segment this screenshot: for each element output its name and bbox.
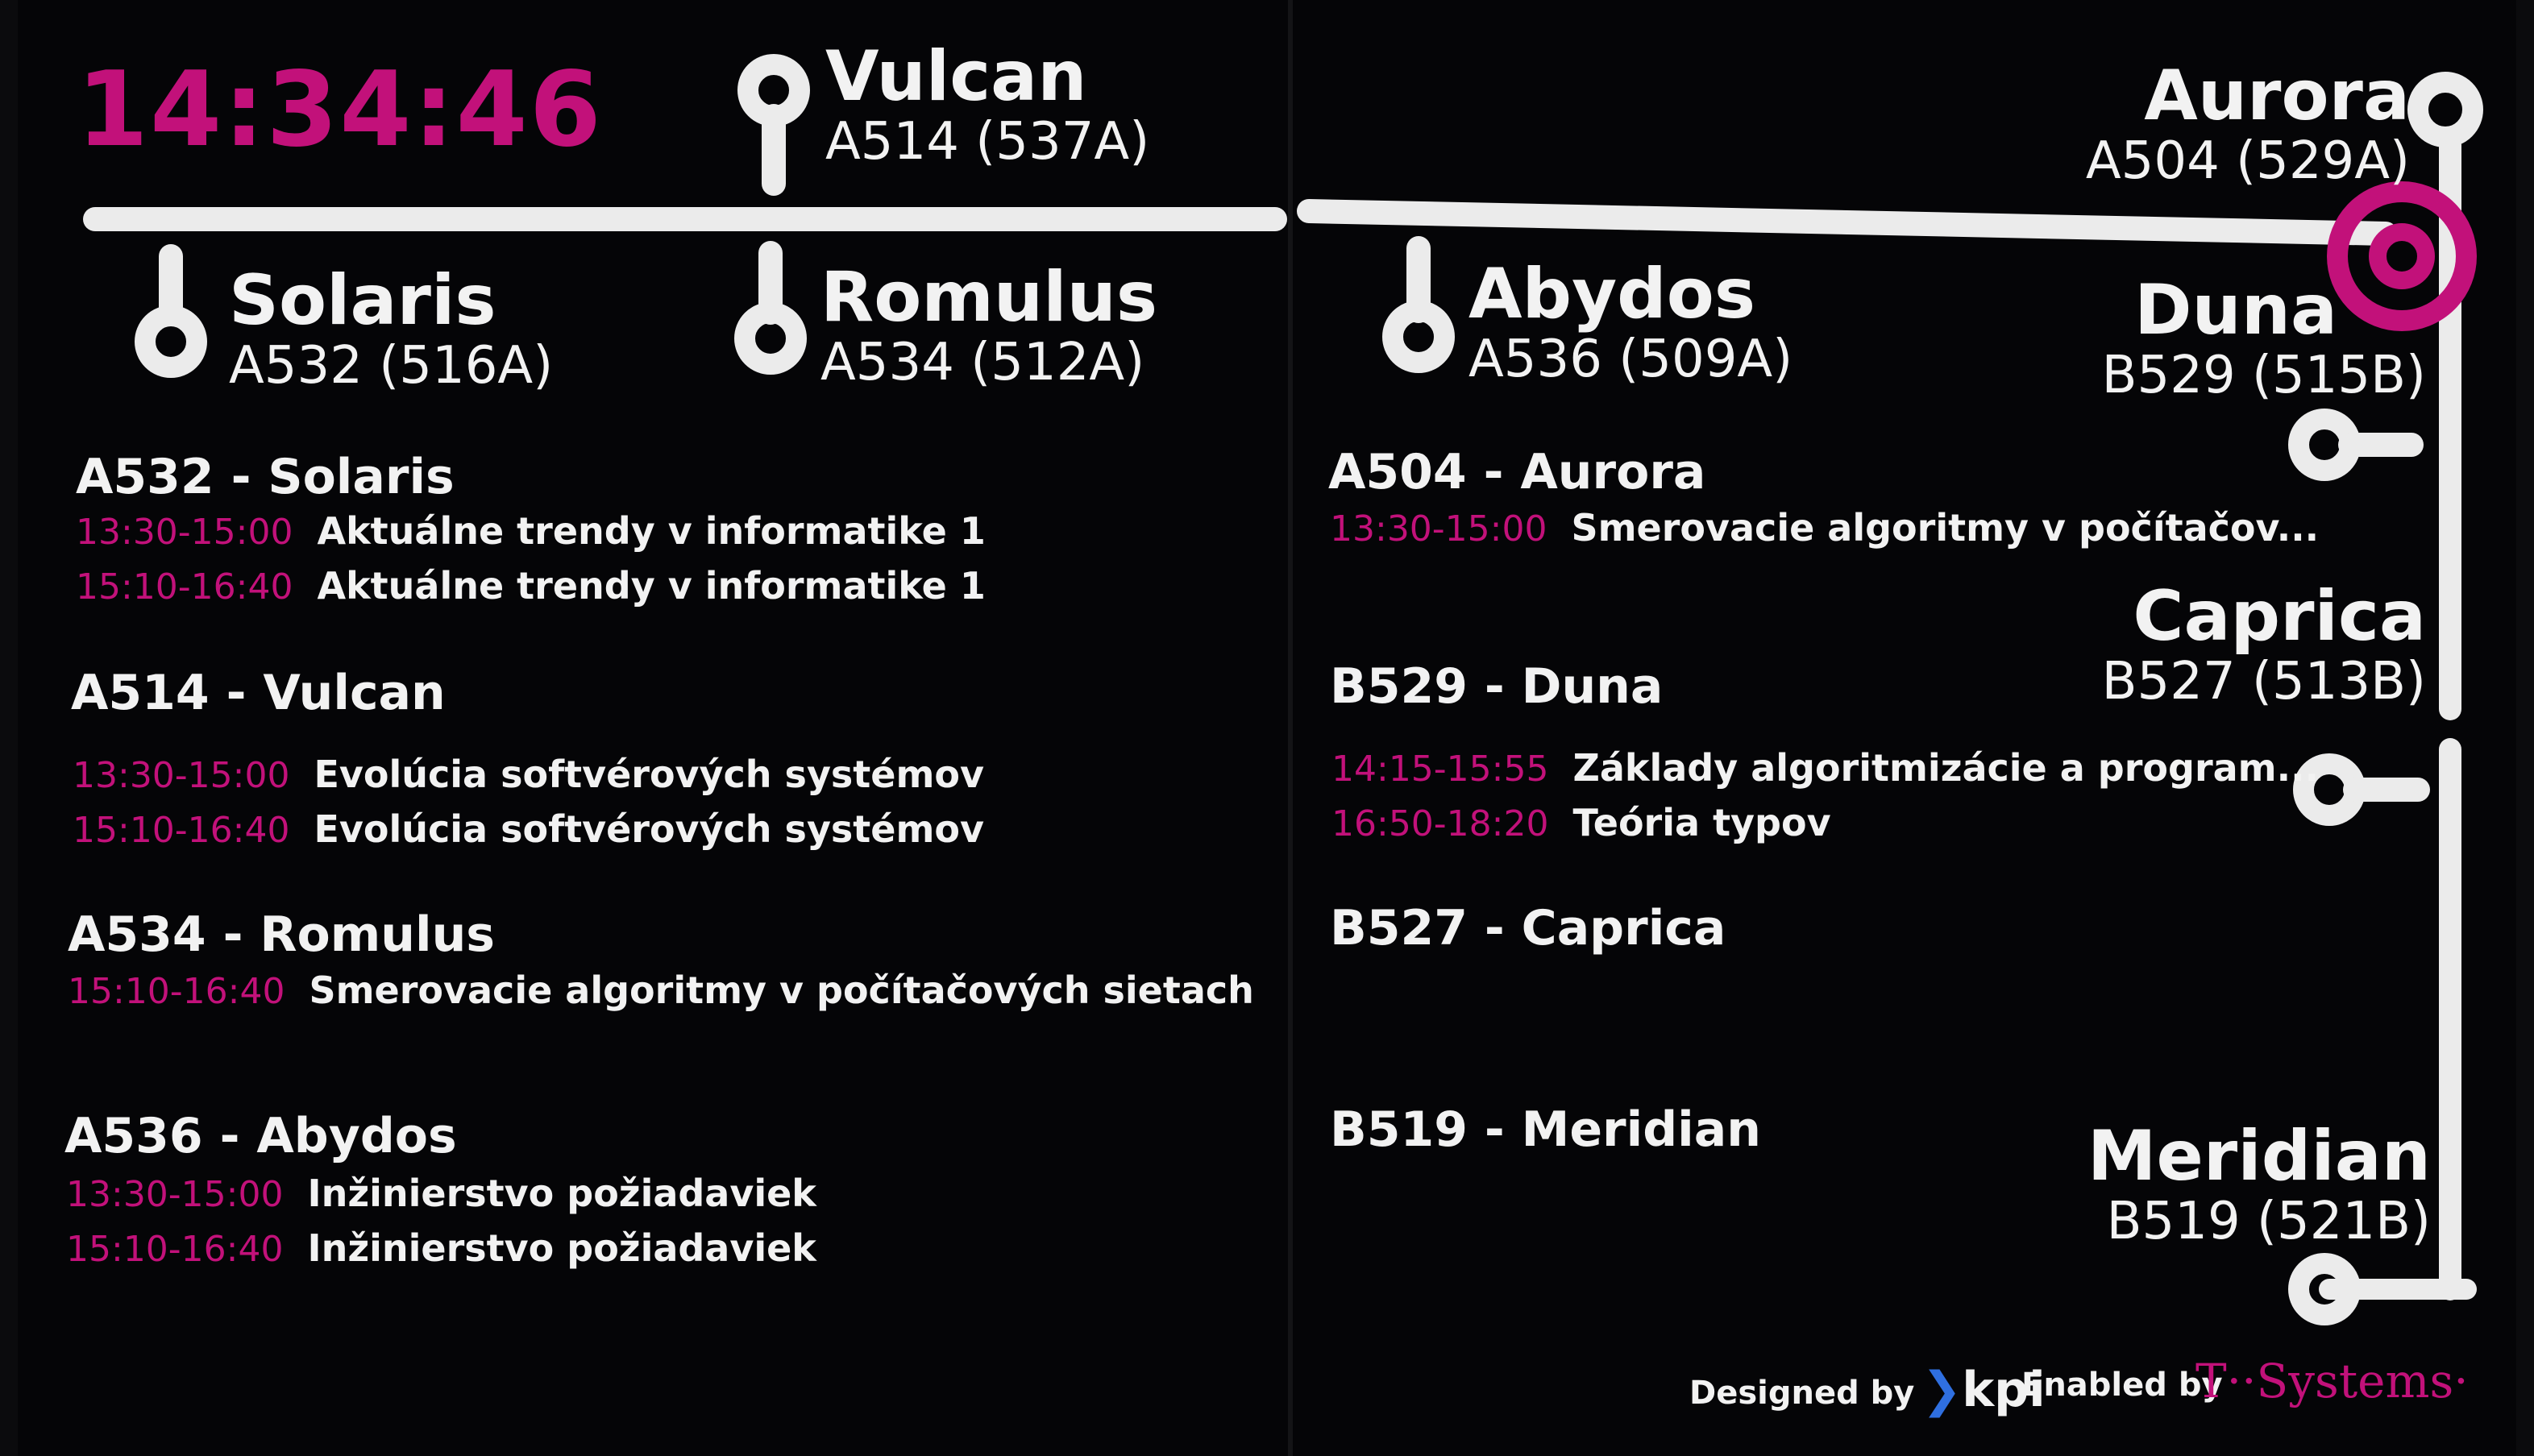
room-label-vulcan: Vulcan A514 (537A) bbox=[825, 42, 1149, 168]
room-label-abydos: Abydos A536 (509A) bbox=[1468, 259, 1792, 385]
course-name: Evolúcia softvérových systémov bbox=[314, 753, 985, 796]
time-slot: 15:10-16:40 bbox=[66, 1229, 284, 1270]
room-name: Solaris bbox=[229, 260, 496, 341]
course-name: Základy algoritmizácie a program... bbox=[1572, 746, 2320, 790]
room-pin-icon bbox=[2288, 409, 2424, 481]
course-name: Aktuálne trendy v informatike 1 bbox=[317, 509, 986, 553]
room-name: Duna bbox=[2134, 270, 2337, 351]
room-code: A532 (516A) bbox=[229, 336, 554, 396]
course-name: Aktuálne trendy v informatike 1 bbox=[317, 564, 986, 608]
room-name: Vulcan bbox=[825, 36, 1087, 117]
room-pin-icon bbox=[2293, 753, 2430, 826]
footer-enabled-by: Enabled by bbox=[2021, 1367, 2223, 1404]
room-code: A534 (512A) bbox=[820, 333, 1145, 392]
schedule-room-title: B529 - Duna bbox=[1330, 658, 1664, 715]
time-slot: 15:10-16:40 bbox=[68, 971, 285, 1012]
schedule-room-title: B527 - Caprica bbox=[1330, 900, 1726, 956]
schedule-row: 13:30-15:00 Evolúcia softvérových systémo… bbox=[73, 756, 984, 794]
time-slot: 13:30-15:00 bbox=[73, 755, 290, 796]
room-code: B527 (513B) bbox=[2101, 652, 2426, 711]
room-name: Caprica bbox=[2133, 576, 2426, 657]
schedule-room-title: A504 - Aurora bbox=[1328, 444, 1706, 500]
course-name: Smerovacie algoritmy v počítačov... bbox=[1571, 506, 2320, 550]
room-code: A504 (529A) bbox=[2085, 131, 2410, 191]
schedule-row: 13:30-15:00 Aktuálne trendy v informatike… bbox=[76, 512, 986, 550]
time-slot: 13:30-15:00 bbox=[1330, 508, 1547, 550]
room-name: Aurora bbox=[2144, 56, 2410, 136]
room-code: A514 (537A) bbox=[825, 112, 1150, 172]
schedule-row: 14:15-15:55 Základy algoritmizácie a prog… bbox=[1331, 749, 2319, 787]
clock: 14:34:46 bbox=[77, 50, 603, 170]
course-name: Teória typov bbox=[1572, 801, 1831, 844]
room-code: A536 (509A) bbox=[1468, 330, 1793, 389]
schedule-row: 16:50-18:20 Teória typov bbox=[1331, 804, 1831, 842]
time-slot: 14:15-15:55 bbox=[1331, 749, 1549, 790]
time-slot: 13:30-15:00 bbox=[76, 512, 293, 553]
tsystems-logo: T··Systems· bbox=[2195, 1354, 2469, 1408]
corridor-right bbox=[1297, 199, 2398, 246]
room-pin-icon bbox=[2407, 72, 2483, 147]
room-label-aurora: Aurora A504 (529A) bbox=[2047, 61, 2410, 187]
room-name: Abydos bbox=[1468, 254, 1756, 334]
time-slot: 16:50-18:20 bbox=[1331, 803, 1549, 844]
schedule-row: 13:30-15:00 Inžinierstvo požiadaviek bbox=[66, 1175, 816, 1213]
kpi-chevron-icon: ❯ bbox=[1921, 1362, 1963, 1418]
schedule-row: 13:30-15:00 Smerovacie algoritmy v počíta… bbox=[1330, 509, 2319, 547]
room-pin-icon bbox=[737, 54, 810, 196]
schedule-row: 15:10-16:40 Evolúcia softvérových systémo… bbox=[73, 811, 984, 848]
room-pin-icon bbox=[734, 241, 807, 375]
schedule-room-title: B519 - Meridian bbox=[1330, 1101, 1761, 1158]
room-pin-icon bbox=[135, 244, 207, 378]
schedule-row: 15:10-16:40 Aktuálne trendy v informatike… bbox=[76, 567, 986, 605]
room-label-meridian: Meridian B519 (521B) bbox=[2063, 1122, 2431, 1247]
time-slot: 15:10-16:40 bbox=[73, 810, 290, 851]
schedule-room-title: A532 - Solaris bbox=[76, 449, 455, 505]
room-label-duna: Duna B529 (515B) bbox=[2063, 276, 2426, 401]
schedule-room-title: A536 - Abydos bbox=[64, 1108, 457, 1164]
room-pin-icon bbox=[1382, 236, 1455, 373]
room-code: B529 (515B) bbox=[2101, 346, 2426, 405]
schedule-room-title: A534 - Romulus bbox=[68, 906, 496, 963]
room-label-caprica: Caprica B527 (513B) bbox=[2063, 582, 2426, 707]
course-name: Smerovacie algoritmy v počítačových siet… bbox=[309, 969, 1254, 1012]
time-slot: 13:30-15:00 bbox=[66, 1174, 284, 1215]
room-name: Meridian bbox=[2087, 1116, 2431, 1197]
course-name: Evolúcia softvérových systémov bbox=[314, 807, 985, 851]
room-code: B519 (521B) bbox=[2106, 1192, 2431, 1251]
time-slot: 15:10-16:40 bbox=[76, 566, 293, 608]
schedule-room-title: A514 - Vulcan bbox=[71, 665, 446, 721]
course-name: Inžinierstvo požiadaviek bbox=[307, 1172, 816, 1215]
room-label-romulus: Romulus A534 (512A) bbox=[820, 263, 1157, 388]
schedule-row: 15:10-16:40 Inžinierstvo požiadaviek bbox=[66, 1230, 816, 1267]
room-label-solaris: Solaris A532 (516A) bbox=[229, 266, 553, 392]
room-name: Romulus bbox=[820, 257, 1158, 338]
footer-designed-by: Designed by bbox=[1689, 1375, 1915, 1412]
course-name: Inžinierstvo požiadaviek bbox=[307, 1226, 816, 1270]
schedule-row: 15:10-16:40 Smerovacie algoritmy v počíta… bbox=[68, 972, 1254, 1010]
